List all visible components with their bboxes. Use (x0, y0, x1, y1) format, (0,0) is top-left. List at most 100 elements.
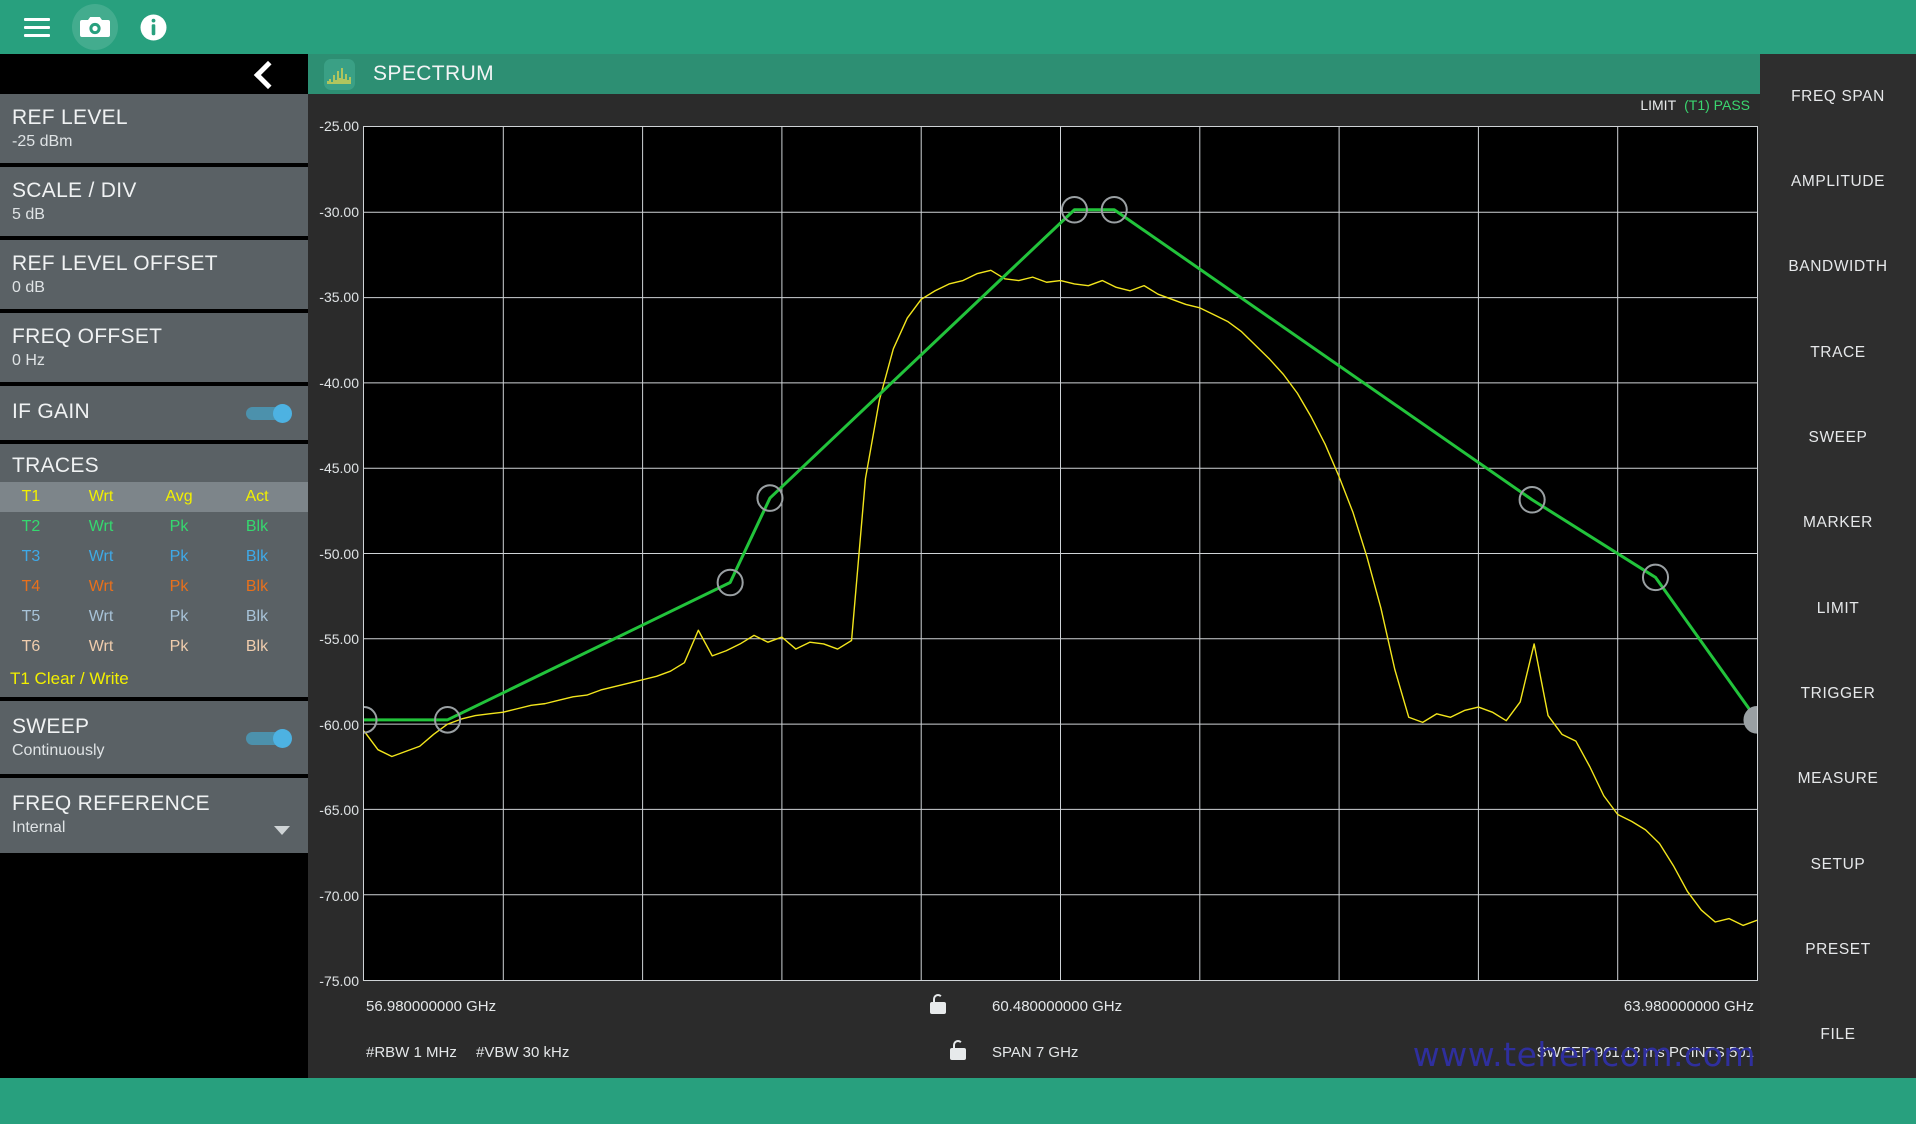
limit-end-grip[interactable] (1744, 707, 1770, 733)
if-gain-toggle[interactable] (246, 404, 292, 423)
menu-item-trace[interactable]: TRACE (1760, 310, 1916, 395)
screenshot-button[interactable] (72, 4, 118, 50)
toggle-knob (273, 404, 292, 423)
right-menu: FREQ SPAN AMPLITUDE BANDWIDTH TRACE SWEEP MAR… (1760, 54, 1916, 1078)
freq-offset-value: 0 Hz (12, 352, 45, 369)
y-tick-label: -50.00 (319, 545, 359, 562)
trace-name[interactable]: T3 (0, 548, 62, 566)
menu-item-sweep[interactable]: SWEEP (1760, 395, 1916, 480)
limit-status-bar: LIMIT (T1) PASS (308, 94, 1760, 116)
trace-row-t3[interactable]: T3 Wrt Pk Blk (0, 542, 308, 572)
scale-div-value: 5 dB (12, 206, 45, 223)
y-tick-label: -40.00 (319, 374, 359, 391)
menu-item-file[interactable]: FILE (1760, 993, 1916, 1078)
limit-label: LIMIT (1640, 97, 1677, 113)
trace-row-t6[interactable]: T6 Wrt Pk Blk (0, 632, 308, 662)
menu-item-limit[interactable]: LIMIT (1760, 566, 1916, 651)
freq-reference-value: Internal (12, 819, 66, 836)
hamburger-menu-button[interactable] (14, 4, 60, 50)
sidebar-item-sweep[interactable]: SWEEP Continuously (0, 701, 308, 774)
spectrum-analyzer-app: REF LEVEL -25 dBm SCALE / DIV 5 dB REF L… (0, 0, 1916, 1124)
info-button[interactable] (130, 4, 176, 50)
sidebar-item-ref-level[interactable]: REF LEVEL -25 dBm (0, 94, 308, 163)
trace-row-t2[interactable]: T2 Wrt Pk Blk (0, 512, 308, 542)
trace-mode[interactable]: Wrt (62, 578, 140, 596)
menu-item-bandwidth[interactable]: BANDWIDTH (1760, 225, 1916, 310)
sidebar-item-if-gain[interactable]: IF GAIN (0, 386, 308, 440)
menu-item-trigger[interactable]: TRIGGER (1760, 651, 1916, 736)
chevron-down-icon[interactable] (274, 826, 290, 835)
trace-state[interactable]: Blk (218, 578, 296, 596)
span-value: SPAN 7 GHz (992, 1044, 1079, 1061)
trace-state[interactable]: Act (218, 488, 296, 506)
ref-level-offset-value: 0 dB (12, 279, 45, 296)
trace-name[interactable]: T6 (0, 638, 62, 656)
ref-level-label: REF LEVEL (12, 106, 128, 129)
page-title: SPECTRUM (373, 62, 495, 85)
rbw-value: #RBW 1 MHz (366, 1044, 457, 1061)
trace-name[interactable]: T4 (0, 578, 62, 596)
menu-item-preset[interactable]: PRESET (1760, 907, 1916, 992)
traces-label: TRACES (12, 454, 99, 477)
trace-mode[interactable]: Wrt (62, 638, 140, 656)
menu-item-freq-span[interactable]: FREQ SPAN (1760, 54, 1916, 139)
top-toolbar (0, 0, 1916, 54)
trace-detector[interactable]: Pk (140, 578, 218, 596)
freq-reference-label: FREQ REFERENCE (12, 792, 210, 815)
stop-frequency-value: 63.980000000 GHz (1623, 998, 1754, 1015)
trace-detector[interactable]: Pk (140, 518, 218, 536)
ref-level-offset-label: REF LEVEL OFFSET (12, 252, 218, 275)
menu-item-measure[interactable]: MEASURE (1760, 737, 1916, 822)
trace-name[interactable]: T2 (0, 518, 62, 536)
sweep-toggle[interactable] (246, 729, 292, 748)
trace-name[interactable]: T5 (0, 608, 62, 626)
y-tick-label: -70.00 (319, 887, 359, 904)
trace-name[interactable]: T1 (0, 488, 62, 506)
trace-mode[interactable]: Wrt (62, 548, 140, 566)
traces-table: T1 Wrt Avg Act T2 Wrt Pk Blk T3 Wrt Pk Blk T4 Wrt Pk Bl… (0, 482, 308, 662)
trace-row-t4[interactable]: T4 Wrt Pk Blk (0, 572, 308, 602)
trace-row-t1[interactable]: T1 Wrt Avg Act (0, 482, 308, 512)
trace-mode-note: T1 Clear / Write (10, 669, 129, 688)
trace-mode[interactable]: Wrt (62, 518, 140, 536)
vbw-value: #VBW 30 kHz (476, 1044, 570, 1061)
sidebar-item-freq-offset[interactable]: FREQ OFFSET 0 Hz (0, 313, 308, 382)
trace-row-t5[interactable]: T5 Wrt Pk Blk (0, 602, 308, 632)
left-sidebar: REF LEVEL -25 dBm SCALE / DIV 5 dB REF L… (0, 54, 308, 1078)
plot-area: -25.00 -30.00 -35.00 -40.00 -45.00 -50.00 -55.… (308, 116, 1760, 989)
menu-item-marker[interactable]: MARKER (1760, 481, 1916, 566)
unlocked-padlock-icon[interactable] (950, 1040, 966, 1060)
sidebar-item-ref-level-offset[interactable]: REF LEVEL OFFSET 0 dB (0, 240, 308, 309)
trace-detector[interactable]: Avg (140, 488, 218, 506)
trace-mode[interactable]: Wrt (62, 488, 140, 506)
freq-offset-label: FREQ OFFSET (12, 325, 163, 348)
trace-detector[interactable]: Pk (140, 638, 218, 656)
y-tick-label: -30.00 (319, 203, 359, 220)
grid-lines (364, 127, 1757, 980)
panel-header: SPECTRUM (308, 54, 1760, 94)
menu-item-setup[interactable]: SETUP (1760, 822, 1916, 907)
trace-detector[interactable]: Pk (140, 548, 218, 566)
trace-state[interactable]: Blk (218, 548, 296, 566)
spectrum-graph[interactable] (363, 126, 1758, 981)
spectrum-panel: SPECTRUM LIMIT (T1) PASS -25.00 -30.00 -35… (308, 54, 1760, 1078)
chevron-left-icon (253, 60, 283, 90)
trace-state[interactable]: Blk (218, 608, 296, 626)
menu-item-amplitude[interactable]: AMPLITUDE (1760, 139, 1916, 224)
trace-mode[interactable]: Wrt (62, 608, 140, 626)
trace-state[interactable]: Blk (218, 518, 296, 536)
unlocked-padlock-icon[interactable] (930, 994, 946, 1014)
footer-info: 56.980000000 GHz 60.480000000 GHz 63.980… (308, 986, 1760, 1078)
scale-div-label: SCALE / DIV (12, 179, 137, 202)
y-tick-label: -25.00 (319, 118, 359, 134)
sidebar-collapse-button[interactable] (0, 54, 308, 94)
toggle-knob (273, 729, 292, 748)
sweep-time-value: SWEEP 961.12 ms POINTS 501 (1536, 1044, 1754, 1061)
trace-detector[interactable]: Pk (140, 608, 218, 626)
sidebar-item-scale-div[interactable]: SCALE / DIV 5 dB (0, 167, 308, 236)
y-tick-label: -55.00 (319, 631, 359, 647)
trace-state[interactable]: Blk (218, 638, 296, 656)
sidebar-item-freq-reference[interactable]: FREQ REFERENCE Internal (0, 778, 308, 853)
status-badge: (T1) PASS (1684, 97, 1750, 113)
y-tick-label: -60.00 (319, 716, 359, 733)
